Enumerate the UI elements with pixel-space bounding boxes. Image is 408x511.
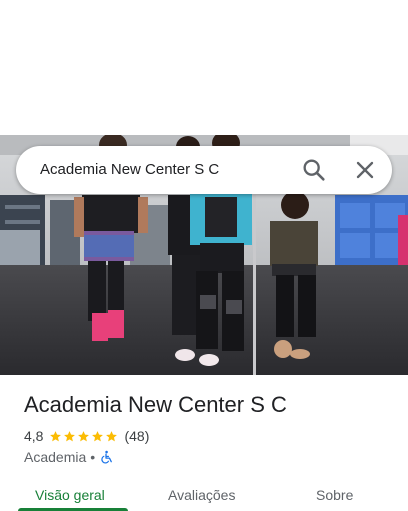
place-title: Academia New Center S C xyxy=(24,392,287,417)
tab-about[interactable]: Sobre xyxy=(316,487,353,503)
star-icon xyxy=(78,430,90,441)
rating-row[interactable]: 4,8 (48) xyxy=(24,427,149,445)
category-row: Academia • xyxy=(24,448,113,466)
close-icon xyxy=(356,161,374,179)
star-icon xyxy=(64,430,76,441)
wheelchair-accessible-icon xyxy=(101,450,113,464)
tab-overview[interactable]: Visão geral xyxy=(35,487,105,503)
search-input[interactable]: Academia New Center S C xyxy=(40,146,280,194)
search-bar[interactable]: Academia New Center S C xyxy=(16,146,392,194)
star-icon xyxy=(50,430,62,441)
rating-stars xyxy=(49,430,119,443)
separator-dot: • xyxy=(90,449,96,465)
search-icon xyxy=(303,159,325,181)
rating-value: 4,8 xyxy=(24,428,44,444)
star-icon xyxy=(92,430,104,441)
category-label: Academia xyxy=(24,449,87,465)
search-button[interactable] xyxy=(300,156,328,184)
close-button[interactable] xyxy=(351,156,379,184)
tab-reviews[interactable]: Avaliações xyxy=(168,487,235,503)
review-count[interactable]: (48) xyxy=(124,428,149,444)
place-tabs: Visão geral Avaliações Sobre xyxy=(0,480,408,511)
star-icon xyxy=(106,430,118,441)
